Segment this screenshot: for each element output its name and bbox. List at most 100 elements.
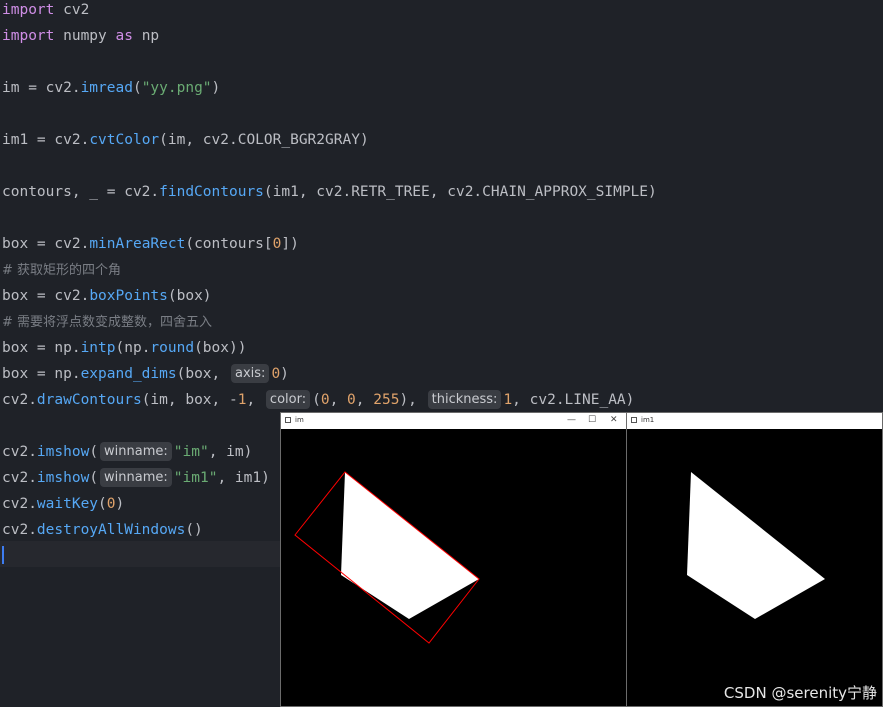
window-title: im bbox=[295, 416, 304, 424]
module-alias: np bbox=[132, 28, 160, 44]
code-line-10: box = np.intp(np.round(box)) bbox=[2, 335, 246, 361]
code-text: cv2. bbox=[2, 470, 37, 486]
keyword: import bbox=[2, 28, 55, 44]
code-text: box = cv2. bbox=[2, 288, 90, 304]
code-line-15: cv2.waitKey(0) bbox=[2, 491, 124, 517]
function-name: findContours bbox=[159, 184, 264, 200]
function-name: cvtColor bbox=[89, 132, 160, 148]
watermark: CSDN @serenity宁静 bbox=[723, 684, 877, 702]
code-line-8: box = cv2.boxPoints(box) bbox=[2, 283, 212, 309]
keyword: import bbox=[2, 2, 55, 18]
code-line-4: im1 = cv2.cvtColor(im, cv2.COLOR_BGR2GRA… bbox=[2, 127, 369, 153]
code-text: box = cv2. bbox=[2, 236, 90, 252]
module-name: cv2 bbox=[54, 2, 90, 18]
code-text: (im, box, - bbox=[141, 392, 238, 408]
code-comment: # 获取矩形的四个角 bbox=[2, 263, 122, 278]
string-literal: "im" bbox=[173, 444, 209, 460]
code-text: ), bbox=[399, 392, 426, 408]
function-name: destroyAllWindows bbox=[36, 522, 186, 538]
code-text: ) bbox=[211, 80, 221, 96]
code-line-6: box = cv2.minAreaRect(contours[0]) bbox=[2, 231, 299, 257]
window-im1[interactable]: im1 bbox=[626, 412, 883, 707]
code-text: cv2. bbox=[2, 392, 37, 408]
code-line-12: cv2.drawContours(im, box, - 1, color: (0 , … bbox=[2, 387, 634, 413]
parameter-hint-thickness: thickness: bbox=[427, 389, 502, 409]
parameter-hint-winname: winname: bbox=[100, 467, 172, 487]
window-im-image bbox=[281, 429, 626, 706]
code-text: box = np. bbox=[2, 340, 81, 356]
code-line-14: cv2.imshow(winname: "im1", im1) bbox=[2, 465, 270, 491]
window-app-icon bbox=[285, 417, 291, 423]
code-text: cv2. bbox=[2, 444, 37, 460]
minimize-icon[interactable]: — bbox=[567, 414, 576, 426]
code-text: (im1, cv2.RETR_TREE, cv2.CHAIN_APPROX_SI… bbox=[263, 184, 657, 200]
function-name: round bbox=[150, 340, 195, 356]
text-caret bbox=[2, 546, 4, 564]
code-text: ( bbox=[89, 444, 99, 460]
string-literal: "im1" bbox=[173, 470, 218, 486]
function-name: imread bbox=[80, 80, 133, 96]
code-text: ) bbox=[280, 366, 289, 382]
keyword: as bbox=[115, 28, 133, 44]
function-name: drawContours bbox=[36, 392, 142, 408]
code-text: cv2. bbox=[2, 522, 37, 538]
number-literal: 1 bbox=[503, 392, 513, 408]
function-name: imshow bbox=[36, 470, 90, 486]
code-text: box = np. bbox=[2, 366, 81, 382]
code-text: ]) bbox=[281, 236, 299, 252]
function-name: boxPoints bbox=[89, 288, 168, 304]
current-line-highlight bbox=[0, 541, 280, 567]
code-line-7: # 获取矩形的四个角 bbox=[2, 257, 121, 283]
code-text: , bbox=[329, 392, 348, 408]
code-text: , bbox=[246, 392, 264, 408]
close-icon[interactable]: ✕ bbox=[610, 414, 618, 426]
code-text: ) bbox=[115, 496, 125, 512]
code-comment: # 需要将浮点数变成整数，四舍五入 bbox=[2, 315, 213, 330]
window-app-icon bbox=[631, 417, 637, 423]
parameter-hint-winname: winname: bbox=[100, 441, 172, 461]
code-text: , im) bbox=[208, 444, 253, 460]
code-text: , cv2.LINE_AA) bbox=[512, 392, 635, 408]
function-name: waitKey bbox=[36, 496, 99, 512]
code-text: (im, cv2.COLOR_BGR2GRAY) bbox=[159, 132, 369, 148]
window-title: im1 bbox=[641, 416, 655, 424]
window-im[interactable]: im — ☐ ✕ bbox=[280, 412, 627, 707]
code-text: , bbox=[355, 392, 374, 408]
code-text: ( bbox=[89, 470, 99, 486]
number-literal: 0 bbox=[106, 496, 116, 512]
number-literal: 255 bbox=[373, 392, 400, 408]
code-text: (box) bbox=[167, 288, 212, 304]
code-line-3: im = cv2.imread("yy.png") bbox=[2, 75, 220, 101]
function-name: intp bbox=[80, 340, 116, 356]
code-line-13: cv2.imshow(winname: "im", im) bbox=[2, 439, 252, 465]
code-text: (contours[ bbox=[185, 236, 273, 252]
function-name: expand_dims bbox=[80, 366, 177, 382]
parameter-hint-color: color: bbox=[265, 389, 311, 409]
code-text: cv2. bbox=[2, 496, 37, 512]
window-im1-titlebar[interactable]: im1 bbox=[627, 413, 882, 429]
string-literal: "yy.png" bbox=[141, 80, 212, 96]
parameter-hint-axis: axis: bbox=[231, 363, 270, 383]
code-text: ( bbox=[98, 496, 107, 512]
code-text: , im1) bbox=[217, 470, 270, 486]
code-line-1: import cv2 bbox=[2, 0, 89, 23]
code-text: im1 = cv2. bbox=[2, 132, 90, 148]
code-line-11: box = np.expand_dims(box, axis: 0) bbox=[2, 361, 289, 387]
code-text: (box)) bbox=[194, 340, 247, 356]
code-text: im = cv2. bbox=[2, 80, 81, 96]
function-name: imshow bbox=[36, 444, 90, 460]
code-text: (box, bbox=[176, 366, 229, 382]
number-literal: 0 bbox=[320, 392, 330, 408]
module-name: numpy bbox=[54, 28, 116, 44]
code-line-9: # 需要将浮点数变成整数，四舍五入 bbox=[2, 309, 212, 335]
code-text: () bbox=[185, 522, 203, 538]
code-line-16: cv2.destroyAllWindows() bbox=[2, 517, 203, 543]
code-text: ( bbox=[132, 80, 142, 96]
number-literal: 0 bbox=[271, 366, 281, 382]
code-line-2: import numpy as np bbox=[2, 23, 159, 49]
code-line-5: contours, _ = cv2.findContours(im1, cv2.… bbox=[2, 179, 657, 205]
function-name: minAreaRect bbox=[89, 236, 186, 252]
window-im-titlebar[interactable]: im — ☐ ✕ bbox=[281, 413, 626, 429]
maximize-icon[interactable]: ☐ bbox=[588, 414, 596, 426]
code-text: ( bbox=[312, 392, 321, 408]
